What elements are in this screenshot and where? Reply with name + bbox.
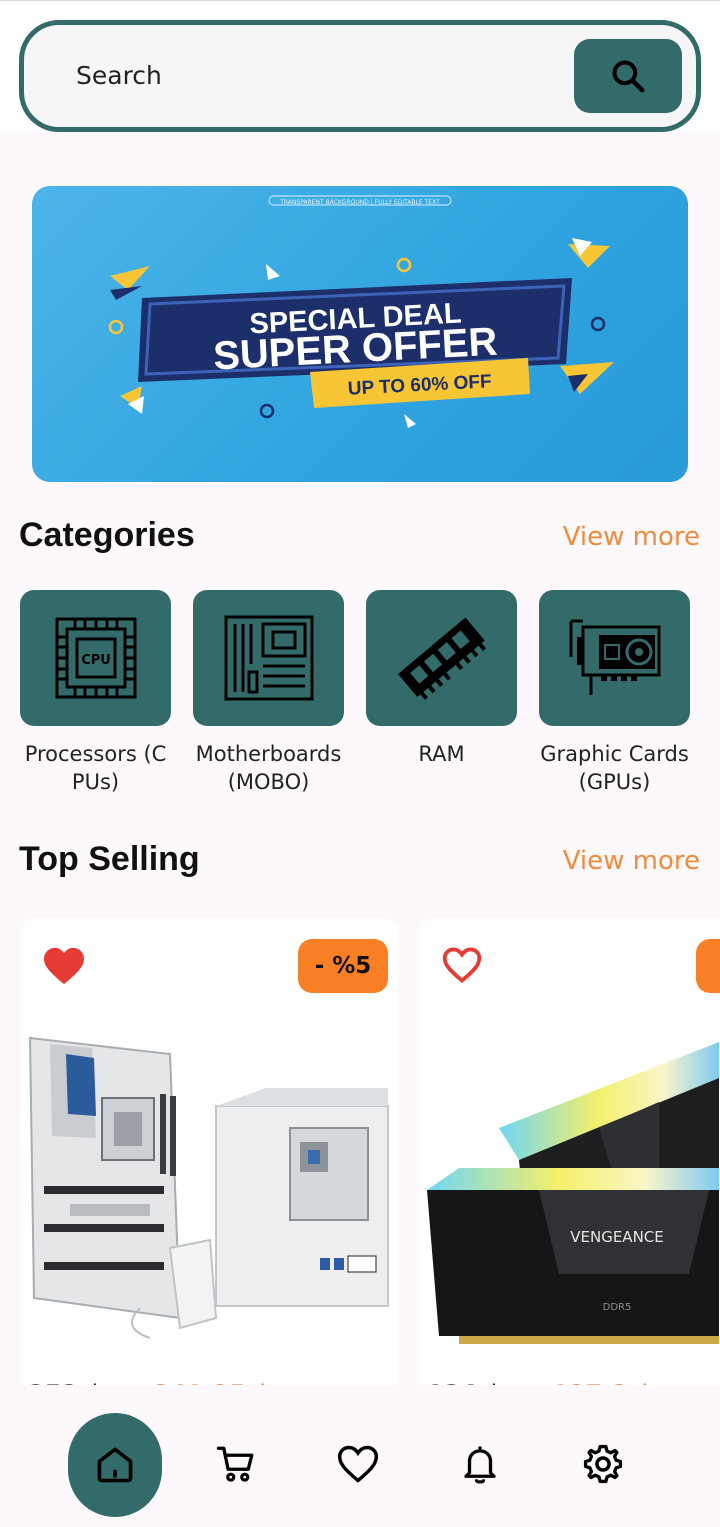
bell-icon	[464, 1446, 496, 1484]
product-image-motherboard	[28, 1036, 389, 1339]
svg-text:VENGEANCE: VENGEANCE	[570, 1228, 664, 1246]
top-selling-title: Top Selling	[19, 840, 200, 878]
nav-settings-button[interactable]	[581, 1442, 625, 1486]
category-label: Motherboards (MOBO)	[195, 742, 342, 794]
category-label: Processors (CPUs)	[24, 742, 167, 794]
categories-view-more-link[interactable]: View more	[563, 522, 700, 552]
search-icon	[612, 60, 645, 93]
promo-banner[interactable]: TRANSPARENT BACKGROUND | FULLY EDITABLE …	[32, 186, 688, 482]
home-icon	[97, 1447, 133, 1483]
favorite-button[interactable]	[42, 946, 86, 990]
heart-filled-icon	[44, 947, 84, 985]
cart-icon	[216, 1446, 254, 1482]
nav-home-button[interactable]	[68, 1413, 162, 1517]
product-image-ram: VENGEANCE DDR5	[427, 1042, 719, 1344]
category-motherboard[interactable]: Motherboards (MOBO)	[193, 590, 344, 796]
search-bar[interactable]: Search	[19, 20, 701, 132]
category-tile: CPU	[20, 590, 171, 726]
promo-banner-art: TRANSPARENT BACKGROUND | FULLY EDITABLE …	[108, 195, 614, 428]
category-ram[interactable]: RAM	[366, 590, 517, 768]
category-tile	[193, 590, 344, 726]
gear-icon	[583, 1444, 623, 1484]
favorite-button[interactable]	[441, 946, 483, 988]
category-tile	[539, 590, 690, 726]
gpu-icon	[569, 619, 660, 695]
nav-notifications-button[interactable]	[458, 1442, 502, 1486]
search-button[interactable]	[574, 39, 682, 113]
svg-text:CPU: CPU	[81, 653, 111, 668]
product-card[interactable]: VENGEANCE DDR5 134 $ 127.3 $	[419, 918, 720, 1393]
nav-cart-button[interactable]	[214, 1442, 258, 1486]
top-selling-view-more-link[interactable]: View more	[563, 846, 700, 876]
categories-title: Categories	[19, 516, 195, 554]
banner-tagline: TRANSPARENT BACKGROUND | FULLY EDITABLE …	[279, 199, 440, 206]
category-cpu[interactable]: CPU Processors (CPUs)	[20, 590, 171, 796]
category-label: Graphic Cards (GPUs)	[540, 742, 689, 794]
heart-outline-icon	[442, 947, 482, 984]
svg-text:DDR5: DDR5	[603, 1302, 632, 1313]
nav-favorites-button[interactable]	[336, 1442, 380, 1486]
discount-badge	[696, 939, 720, 993]
motherboard-icon	[224, 615, 313, 701]
bottom-navigation	[0, 1392, 720, 1527]
category-gpu[interactable]: Graphic Cards (GPUs)	[539, 590, 690, 796]
search-input[interactable]: Search	[76, 61, 162, 90]
discount-badge: - %5	[298, 939, 388, 993]
search-header: Search	[0, 0, 720, 132]
category-tile	[366, 590, 517, 726]
ram-icon	[397, 617, 486, 700]
product-card[interactable]: - %5 252 $ 241.25 $	[20, 918, 398, 1393]
category-label: RAM	[418, 742, 465, 766]
heart-icon	[337, 1445, 379, 1483]
cpu-icon: CPU	[55, 617, 136, 699]
